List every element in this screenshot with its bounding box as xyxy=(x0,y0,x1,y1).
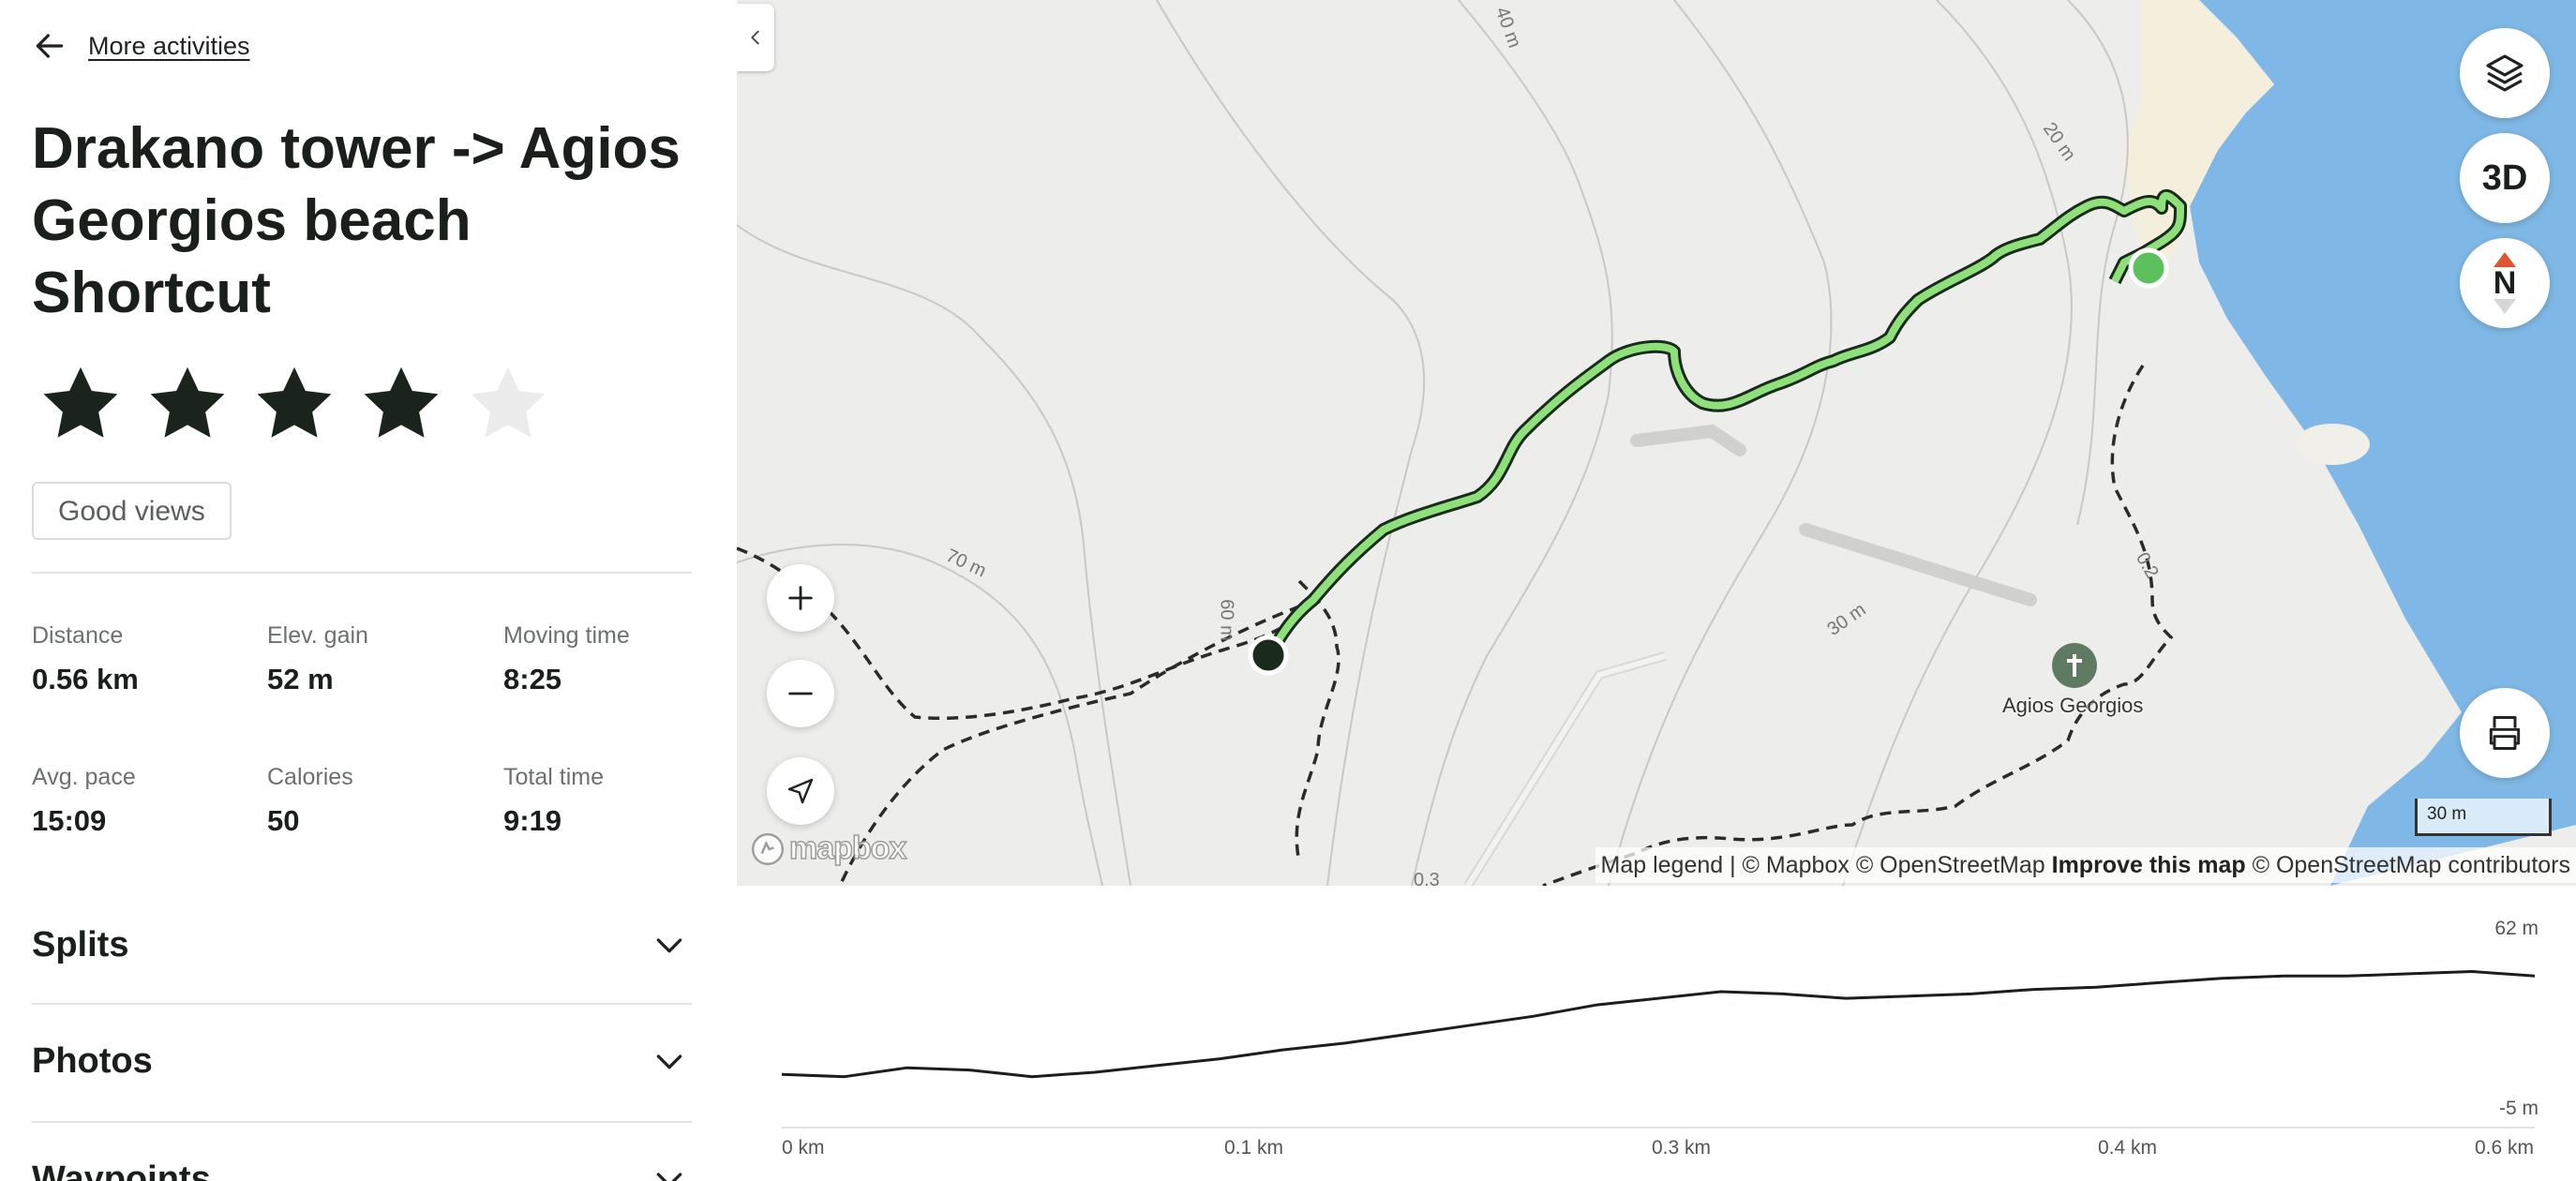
map-canvas[interactable] xyxy=(737,0,2576,886)
stat-label: Distance xyxy=(32,622,124,649)
start-marker xyxy=(2128,247,2169,289)
stat-value: 52 m xyxy=(267,663,334,695)
elevation-min-label: -5 m xyxy=(2499,1098,2539,1119)
chevron-down-icon xyxy=(656,1054,682,1069)
star-filled-icon[interactable] xyxy=(37,362,124,444)
tag-chip: Good views xyxy=(32,482,232,540)
x-tick-label: 0.4 km xyxy=(2098,1137,2158,1159)
poi-label[interactable]: Agios Georgios xyxy=(2002,694,2143,718)
stat-avg-pace: Avg. pace 15:09 xyxy=(32,764,136,838)
accordion-photos[interactable]: Photos xyxy=(32,1003,692,1117)
activity-panel: More activities Drakano tower -> Agios G… xyxy=(0,0,737,1181)
chevron-down-icon xyxy=(656,938,682,953)
map-legend-link[interactable]: Map legend xyxy=(1601,852,1724,878)
contour-lines xyxy=(737,0,2129,886)
end-marker xyxy=(1248,635,1289,676)
accordion-waypoints[interactable]: Waypoints xyxy=(32,1121,692,1181)
building xyxy=(1630,424,1746,456)
elevation-profile[interactable]: 62 m -5 m 0 km 0.1 km 0.3 km 0.4 km 0.6 … xyxy=(737,886,2576,1181)
north-label: N xyxy=(2493,265,2517,301)
stat-calories: Calories 50 xyxy=(267,764,353,838)
collapse-panel-button[interactable] xyxy=(737,4,774,71)
x-tick-label: 0.6 km xyxy=(2475,1137,2535,1159)
star-empty-icon[interactable] xyxy=(465,362,551,444)
activity-title: Drakano tower -> Agios Georgios beach Sh… xyxy=(32,116,681,325)
stat-label: Calories xyxy=(267,764,353,790)
stat-label: Moving time xyxy=(503,622,630,649)
contour-label: 0.3 xyxy=(1414,870,1440,886)
osm-contributors-link[interactable]: © OpenStreetMap contributors xyxy=(2253,852,2570,878)
stat-moving-time: Moving time 8:25 xyxy=(503,622,630,696)
mapbox-logo-icon xyxy=(751,832,785,865)
trail-lines xyxy=(737,365,2174,886)
accordion-splits[interactable]: Splits xyxy=(32,889,692,1001)
compass-button[interactable]: N xyxy=(2460,238,2550,328)
osm-attribution-link[interactable]: © OpenStreetMap xyxy=(1856,852,2045,878)
arrow-left-icon xyxy=(36,34,64,58)
stat-value: 8:25 xyxy=(503,663,562,695)
accordion-label: Photos xyxy=(32,1040,153,1081)
elevation-max-label: 62 m xyxy=(2494,918,2539,939)
zoom-out-button[interactable] xyxy=(767,660,834,727)
locate-button[interactable] xyxy=(767,757,834,825)
stat-value: 0.56 km xyxy=(32,663,139,695)
stat-elev-gain: Elev. gain 52 m xyxy=(267,622,368,696)
route-line xyxy=(1261,189,2187,663)
x-tick-label: 0.1 km xyxy=(1224,1137,1284,1159)
divider xyxy=(32,572,692,574)
route-map[interactable]: 40 m 20 m 70 m 60 m 30 m 0.2 0.3 Agios G… xyxy=(737,0,2576,886)
map-scale: 30 m xyxy=(2415,799,2552,836)
stat-value: 15:09 xyxy=(32,804,107,837)
minus-icon xyxy=(788,692,813,695)
stat-total-time: Total time 9:19 xyxy=(503,764,604,838)
stat-label: Avg. pace xyxy=(32,764,136,790)
layers-icon xyxy=(2486,54,2524,92)
rating-stars xyxy=(37,362,551,444)
route-line-fill xyxy=(1263,192,2184,662)
improve-map-link[interactable]: Improve this map xyxy=(2052,852,2246,878)
compass-south-icon xyxy=(2494,299,2516,314)
x-tick-label: 0 km xyxy=(782,1137,825,1159)
separator: | xyxy=(1723,852,1743,878)
stat-label: Total time xyxy=(503,764,604,790)
elevation-line xyxy=(781,970,2536,1079)
stat-label: Elev. gain xyxy=(267,622,368,649)
mapbox-attribution-link[interactable]: © Mapbox xyxy=(1743,852,1850,878)
3d-label: 3D xyxy=(2481,157,2528,198)
building xyxy=(1799,523,2037,606)
layers-button[interactable] xyxy=(2460,28,2550,118)
x-tick-label: 0.3 km xyxy=(1652,1137,1712,1159)
contour-label: 60 m xyxy=(1216,599,1237,641)
printer-icon xyxy=(2489,716,2521,750)
chevron-down-icon xyxy=(656,1173,682,1181)
accordion-label: Splits xyxy=(32,924,129,964)
3d-toggle-button[interactable]: 3D xyxy=(2460,133,2550,223)
stat-value: 9:19 xyxy=(503,804,562,837)
mapbox-logo[interactable]: mapbox xyxy=(750,830,907,867)
star-filled-icon[interactable] xyxy=(144,362,231,444)
star-filled-icon[interactable] xyxy=(358,362,444,444)
stat-distance: Distance 0.56 km xyxy=(32,622,139,696)
chevron-left-icon xyxy=(751,30,759,45)
map-attribution: Map legend | © Mapbox © OpenStreetMap Im… xyxy=(1595,847,2576,883)
zoom-in-button[interactable] xyxy=(767,564,834,632)
islet xyxy=(2295,424,2370,465)
back-link-label[interactable]: More activities xyxy=(88,32,250,61)
mapbox-logo-text: mapbox xyxy=(788,830,907,867)
back-link[interactable]: More activities xyxy=(32,28,250,64)
stat-value: 50 xyxy=(267,804,300,837)
star-filled-icon[interactable] xyxy=(251,362,337,444)
navigation-arrow-icon xyxy=(787,778,814,804)
print-button[interactable] xyxy=(2460,688,2550,778)
accordion-label: Waypoints xyxy=(32,1159,211,1181)
plus-icon xyxy=(788,586,813,610)
